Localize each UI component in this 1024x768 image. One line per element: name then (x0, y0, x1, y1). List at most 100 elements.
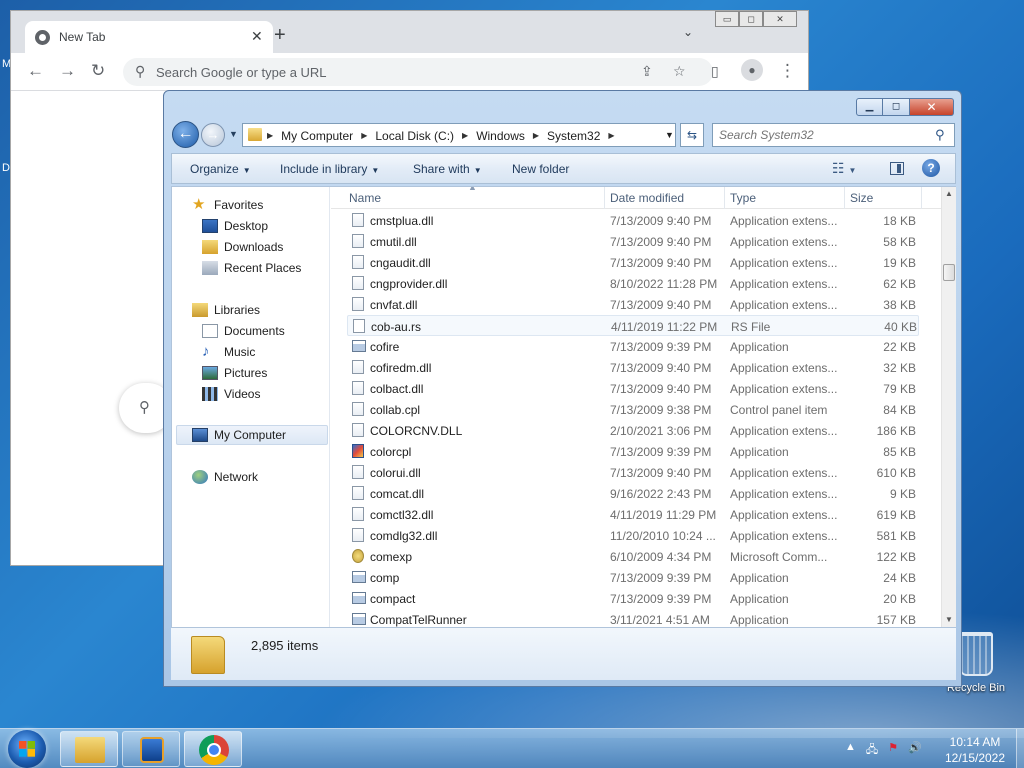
forward-button[interactable]: → (201, 123, 225, 147)
nav-documents[interactable]: Documents (202, 321, 285, 341)
share-with-button[interactable]: Share with ▼ (413, 162, 482, 176)
nav-desktop[interactable]: Desktop (202, 216, 268, 236)
chrome-minimize-button[interactable]: ▭ (715, 11, 739, 27)
show-desktop-button[interactable] (1016, 729, 1024, 768)
chevron-down-icon: ▼ (371, 166, 380, 175)
omnibox[interactable]: ⚲ Search Google or type a URL ⇪ ☆ (123, 58, 713, 86)
file-type: Application (730, 445, 789, 459)
column-header-date-modified[interactable]: Date modified (610, 191, 684, 205)
table-row[interactable]: cofiredm.dll 7/13/2009 9:40 PM Application… (347, 357, 919, 378)
refresh-button[interactable]: ⇆ (680, 123, 704, 147)
tab-new-tab[interactable]: New Tab ✕ (25, 21, 273, 53)
nav-pictures[interactable]: Pictures (202, 363, 267, 383)
file-type-icon (352, 423, 364, 437)
search-input[interactable] (719, 128, 929, 142)
chrome-close-button[interactable]: ✕ (763, 11, 797, 27)
table-row[interactable]: cnvfat.dll 7/13/2009 9:40 PM Application e… (347, 294, 919, 315)
kebab-menu-icon[interactable]: ⋮ (779, 61, 796, 81)
table-row[interactable]: cofire 7/13/2009 9:39 PM Application 22 KB (347, 336, 919, 357)
table-row[interactable]: colbact.dll 7/13/2009 9:40 PM Application … (347, 378, 919, 399)
table-row[interactable]: cngprovider.dll 8/10/2022 11:28 PM Applica… (347, 273, 919, 294)
organize-button[interactable]: Organize ▼ (190, 162, 251, 176)
taskbar-media-player-button[interactable] (122, 731, 180, 767)
forward-arrow-icon[interactable]: → (59, 61, 76, 81)
breadcrumb-windows[interactable]: Windows (476, 129, 525, 143)
address-bar[interactable]: ▶ My Computer ▶ Local Disk (C:) ▶ Window… (242, 123, 676, 147)
nav-videos[interactable]: Videos (202, 384, 260, 404)
column-header-size[interactable]: Size (850, 191, 873, 205)
scroll-up-arrow-icon[interactable]: ▲ (945, 189, 953, 198)
file-date-modified: 7/13/2009 9:38 PM (610, 403, 712, 417)
chrome-maximize-button[interactable]: ◻ (739, 11, 763, 27)
nav-favorites[interactable]: ★ Favorites (192, 195, 263, 215)
back-button[interactable]: ← (172, 121, 199, 148)
table-row[interactable]: comdlg32.dll 11/20/2010 10:24 ... Applicat… (347, 525, 919, 546)
table-row[interactable]: comexp 6/10/2009 4:34 PM Microsoft Comm...… (347, 546, 919, 567)
table-row[interactable]: cmstplua.dll 7/13/2009 9:40 PM Application… (347, 210, 919, 231)
include-in-library-button[interactable]: Include in library ▼ (280, 162, 379, 176)
breadcrumb-local-disk[interactable]: Local Disk (C:) (375, 129, 454, 143)
explorer-close-button[interactable]: ✕ (910, 98, 954, 116)
side-panel-icon[interactable]: ▯ (711, 63, 719, 80)
file-name: colorcpl (370, 445, 412, 459)
change-view-icon[interactable]: ☷ ▼ (832, 160, 856, 177)
preview-pane-icon[interactable] (890, 162, 904, 175)
action-center-flag-icon[interactable]: ⚑ (888, 741, 898, 760)
file-name: cofire (370, 340, 400, 354)
nav-my-computer[interactable]: My Computer (176, 425, 328, 445)
breadcrumb-my-computer[interactable]: My Computer (281, 129, 353, 143)
taskbar-explorer-button[interactable] (60, 731, 118, 767)
column-header-name[interactable]: Name (349, 191, 381, 205)
table-row[interactable]: comcat.dll 9/16/2022 2:43 PM Application e… (347, 483, 919, 504)
back-arrow-icon[interactable]: ← (27, 61, 44, 81)
nav-network[interactable]: Network (192, 467, 258, 487)
table-row[interactable]: CompatTelRunner 3/11/2021 4:51 AM Applicat… (347, 609, 919, 627)
tab-search-chevron-icon[interactable]: ⌄ (683, 25, 693, 39)
column-header-type[interactable]: Type (730, 191, 756, 205)
show-hidden-icons-icon[interactable]: ▲ (845, 741, 856, 760)
clock[interactable]: 10:14 AM 12/15/2022 (940, 734, 1010, 766)
nav-recent-places[interactable]: Recent Places (202, 258, 301, 278)
file-type-icon (352, 402, 364, 416)
recent-pages-dropdown-icon[interactable]: ▼ (229, 129, 238, 139)
nav-music[interactable]: ♪ Music (202, 342, 255, 362)
bookmark-star-icon[interactable]: ☆ (673, 63, 686, 80)
column-header-row: ▲ Name Date modified Type Size (331, 187, 941, 209)
table-row[interactable]: cmutil.dll 7/13/2009 9:40 PM Application e… (347, 231, 919, 252)
file-date-modified: 7/13/2009 9:39 PM (610, 571, 712, 585)
volume-icon[interactable]: 🔊 (908, 741, 922, 760)
help-icon[interactable]: ? (922, 159, 940, 177)
breadcrumb-system32[interactable]: System32 (547, 129, 600, 143)
media-player-icon (140, 737, 164, 763)
table-row[interactable]: cob-au.rs 4/11/2019 11:22 PM RS File 40 KB (347, 315, 919, 336)
profile-avatar-icon[interactable]: ● (741, 59, 763, 81)
nav-downloads[interactable]: Downloads (202, 237, 283, 257)
table-row[interactable]: colorcpl 7/13/2009 9:39 PM Application 85 K… (347, 441, 919, 462)
file-name: cmstplua.dll (370, 214, 434, 228)
reload-icon[interactable]: ↻ (91, 61, 105, 81)
table-row[interactable]: comctl32.dll 4/11/2019 11:29 PM Applicatio… (347, 504, 919, 525)
table-row[interactable]: cngaudit.dll 7/13/2009 9:40 PM Application… (347, 252, 919, 273)
table-row[interactable]: collab.cpl 7/13/2009 9:38 PM Control panel… (347, 399, 919, 420)
share-icon[interactable]: ⇪ (641, 63, 653, 80)
vertical-scrollbar[interactable]: ▲ ▼ (941, 187, 956, 627)
search-icon[interactable]: ⚲ (935, 127, 945, 143)
tab-close-icon[interactable]: ✕ (251, 28, 263, 45)
taskbar-chrome-button[interactable] (184, 731, 242, 767)
explorer-maximize-button[interactable]: ◻ (883, 98, 910, 116)
explorer-minimize-button[interactable]: ▁ (856, 98, 883, 116)
file-date-modified: 2/10/2021 3:06 PM (610, 424, 712, 438)
table-row[interactable]: comp 7/13/2009 9:39 PM Application 24 KB (347, 567, 919, 588)
address-history-dropdown-icon[interactable]: ▼ (665, 130, 674, 140)
start-button[interactable] (8, 730, 46, 768)
table-row[interactable]: colorui.dll 7/13/2009 9:40 PM Application … (347, 462, 919, 483)
table-row[interactable]: compact 7/13/2009 9:39 PM Application 20 KB (347, 588, 919, 609)
scroll-down-arrow-icon[interactable]: ▼ (945, 615, 953, 624)
table-row[interactable]: COLORCNV.DLL 2/10/2021 3:06 PM Application… (347, 420, 919, 441)
new-tab-button[interactable]: + (274, 24, 286, 47)
search-box[interactable]: ⚲ (712, 123, 955, 147)
nav-libraries[interactable]: Libraries (192, 300, 260, 320)
new-folder-button[interactable]: New folder (512, 162, 569, 176)
scrollbar-thumb[interactable] (943, 264, 955, 281)
network-status-icon[interactable]: 🖧 (866, 741, 878, 760)
